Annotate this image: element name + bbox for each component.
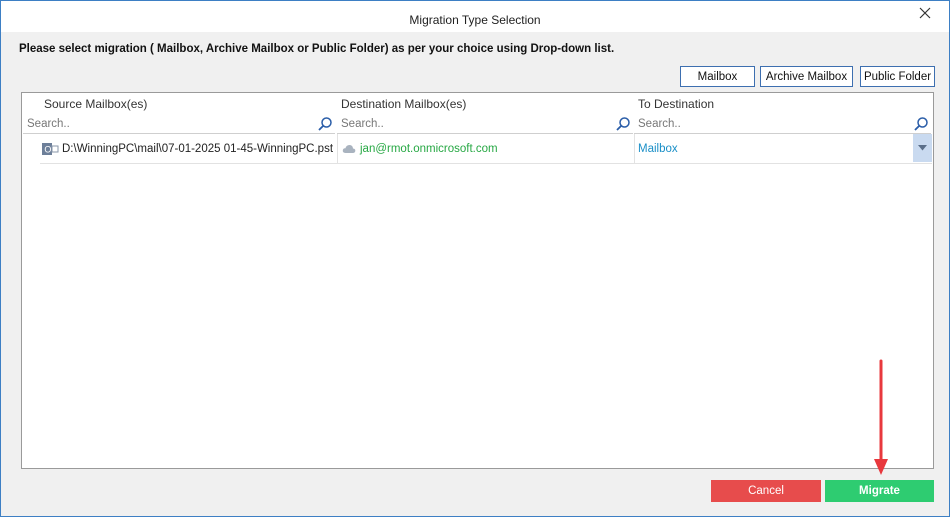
source-path: D:\WinningPC\mail\07-01-2025 01-45-Winni…	[62, 142, 334, 155]
search-placeholder: Search..	[638, 118, 681, 130]
source-cell: O D:\WinningPC\mail\07-01-2025 01-45-Win…	[42, 134, 337, 163]
close-icon[interactable]	[917, 5, 933, 21]
dialog-title: Migration Type Selection	[409, 13, 541, 27]
column-header-destination: Destination Mailbox(es)	[341, 97, 467, 111]
instruction-text: Please select migration ( Mailbox, Archi…	[19, 43, 615, 55]
title-bar: Migration Type Selection	[1, 1, 949, 32]
source-search-input[interactable]: Search..	[23, 115, 335, 134]
chevron-down-icon[interactable]	[913, 134, 932, 162]
search-icon[interactable]	[913, 116, 929, 132]
destination-mailbox: jan@rmot.onmicrosoft.com	[360, 142, 498, 155]
migration-type-dialog: Migration Type Selection Please select m…	[0, 0, 950, 517]
column-header-to-destination: To Destination	[638, 97, 715, 111]
svg-text:O: O	[44, 144, 51, 154]
search-placeholder: Search..	[27, 118, 70, 130]
column-divider	[337, 134, 338, 163]
destination-cell[interactable]: jan@rmot.onmicrosoft.com	[342, 134, 632, 163]
search-placeholder: Search..	[341, 118, 384, 130]
to-destination-value: Mailbox	[638, 142, 678, 155]
search-icon[interactable]	[615, 116, 631, 132]
migrate-button[interactable]: Migrate	[825, 480, 934, 502]
destination-search-input[interactable]: Search..	[337, 115, 633, 134]
to-destination-dropdown[interactable]: Mailbox	[638, 134, 932, 163]
search-icon[interactable]	[317, 116, 333, 132]
table-row[interactable]: O D:\WinningPC\mail\07-01-2025 01-45-Win…	[40, 134, 932, 164]
outlook-pst-icon: O	[42, 142, 59, 156]
mailbox-grid: Source Mailbox(es) Destination Mailbox(e…	[21, 92, 934, 469]
cloud-icon	[342, 144, 356, 154]
public-folder-button[interactable]: Public Folder	[860, 66, 935, 87]
cancel-button[interactable]: Cancel	[711, 480, 821, 502]
column-header-source: Source Mailbox(es)	[44, 97, 148, 111]
to-destination-search-input[interactable]: Search..	[634, 115, 931, 134]
archive-mailbox-button[interactable]: Archive Mailbox	[760, 66, 853, 87]
column-divider	[634, 134, 635, 163]
mailbox-button[interactable]: Mailbox	[680, 66, 755, 87]
